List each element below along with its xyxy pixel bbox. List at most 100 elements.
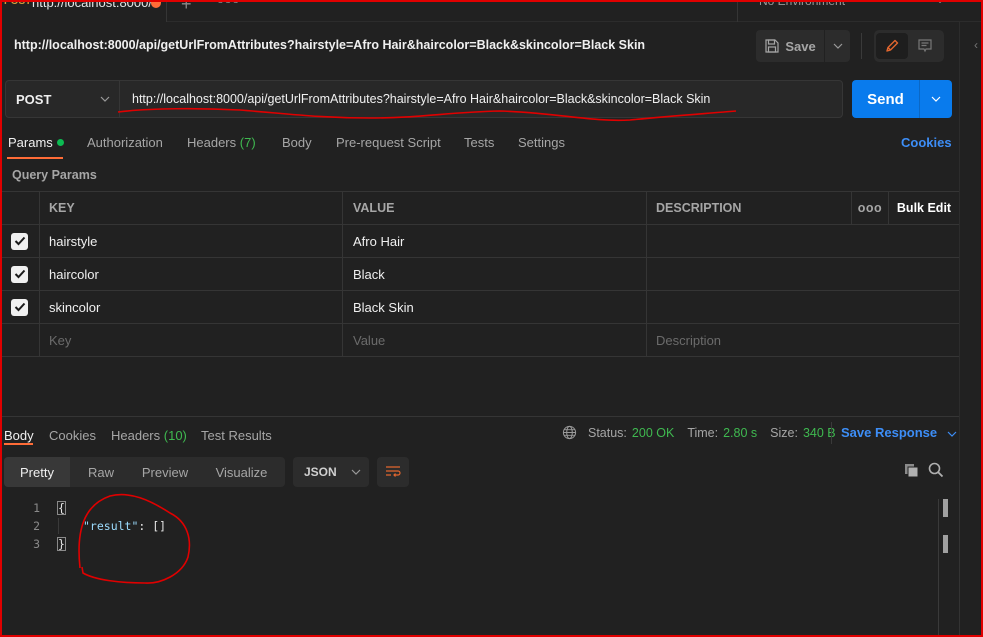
active-tab-indicator xyxy=(7,157,63,159)
tab-headers[interactable]: Headers (7) xyxy=(187,135,256,150)
editor-scrollbar[interactable] xyxy=(938,499,939,637)
comment-icon xyxy=(918,39,932,53)
request-tab-method: POST xyxy=(4,0,32,7)
response-tab-test-results[interactable]: Test Results xyxy=(201,428,272,443)
json-brace: } xyxy=(57,537,66,551)
param-checkbox[interactable] xyxy=(11,265,28,283)
globe-icon[interactable] xyxy=(562,425,577,440)
json-key: "result" xyxy=(83,519,139,533)
ellipsis-icon[interactable]: ooo xyxy=(852,192,889,224)
response-meta: Status: 200 OK Time: 2.80 s Size: 340 B xyxy=(562,425,844,440)
save-button-group: Save xyxy=(756,30,850,62)
method-select[interactable]: POST xyxy=(6,81,120,117)
chevron-down-icon: ⌄ xyxy=(935,0,945,6)
cookies-link[interactable]: Cookies xyxy=(901,135,952,150)
indent-guide xyxy=(58,518,59,534)
param-value[interactable]: Black Skin xyxy=(343,291,647,323)
divider xyxy=(861,33,862,59)
scroll-marker xyxy=(943,499,948,517)
pane-resize-handle[interactable] xyxy=(0,416,959,417)
edit-mode-button[interactable] xyxy=(876,33,908,59)
response-tab-body[interactable]: Body xyxy=(4,428,34,443)
chevron-left-icon[interactable]: ‹ xyxy=(974,38,978,52)
param-description[interactable] xyxy=(647,291,959,323)
ellipsis-icon[interactable]: ooo xyxy=(217,0,240,6)
format-preview[interactable]: Preview xyxy=(132,457,198,487)
headers-count: (7) xyxy=(239,135,256,150)
param-value[interactable]: Afro Hair xyxy=(343,225,647,257)
checkbox-cell xyxy=(0,324,40,356)
code-line: { xyxy=(57,501,66,515)
bulk-edit-button[interactable]: Bulk Edit xyxy=(889,192,959,224)
comments-button[interactable] xyxy=(909,33,941,59)
checkbox-cell xyxy=(0,225,40,257)
tab-label: Headers xyxy=(187,135,237,150)
request-title[interactable]: http://localhost:8000/api/getUrlFromAttr… xyxy=(14,38,645,52)
line-number: 1 xyxy=(33,501,40,515)
url-input[interactable]: http://localhost:8000/api/getUrlFromAttr… xyxy=(132,92,710,106)
tab-strip: POST http://localhost:8000/ + ooo No Env… xyxy=(0,0,983,22)
time-label: Time: xyxy=(687,425,719,440)
tab-tests[interactable]: Tests xyxy=(464,135,494,150)
response-tab-headers[interactable]: Headers (10) xyxy=(111,428,187,443)
tab-params[interactable]: Params xyxy=(8,135,64,150)
wrap-lines-button[interactable] xyxy=(377,457,409,487)
save-options-button[interactable] xyxy=(825,30,850,62)
environment-label: No Environment xyxy=(759,0,846,8)
format-visualize[interactable]: Visualize xyxy=(198,457,285,487)
checkmark-icon xyxy=(14,269,25,279)
code-line: } xyxy=(57,537,66,551)
tab-body[interactable]: Body xyxy=(282,135,312,150)
active-params-dot-icon xyxy=(56,139,64,147)
tab-settings[interactable]: Settings xyxy=(518,135,565,150)
param-description[interactable] xyxy=(647,258,959,290)
param-description[interactable] xyxy=(647,225,959,257)
save-response-button[interactable]: Save Response xyxy=(841,425,957,440)
checkmark-icon xyxy=(14,302,25,312)
column-header-description: DESCRIPTION xyxy=(647,192,852,224)
chevron-down-icon xyxy=(947,431,957,437)
json-brace: { xyxy=(57,501,66,515)
environment-selector[interactable]: No Environment ⌄ xyxy=(737,0,962,22)
code-line: "result": [] xyxy=(83,519,166,533)
format-pretty[interactable]: Pretty xyxy=(4,457,70,487)
search-icon[interactable] xyxy=(928,462,944,478)
pencil-icon xyxy=(886,39,899,52)
chevron-down-icon xyxy=(351,469,361,475)
copy-icon[interactable] xyxy=(904,463,919,478)
request-tab[interactable]: POST http://localhost:8000/ xyxy=(0,0,167,22)
unsaved-dot-icon xyxy=(151,0,161,8)
param-key[interactable]: haircolor xyxy=(40,258,343,290)
new-param-row: Key Value Description xyxy=(0,324,959,357)
status-value[interactable]: 200 OK xyxy=(632,426,674,440)
active-tab-indicator xyxy=(4,443,33,445)
param-checkbox[interactable] xyxy=(11,232,28,250)
time-value[interactable]: 2.80 s xyxy=(723,426,757,440)
param-key[interactable]: hairstyle xyxy=(40,225,343,257)
query-params-label: Query Params xyxy=(12,168,97,182)
save-response-label: Save Response xyxy=(841,425,938,440)
checkbox-cell xyxy=(0,258,40,290)
size-label: Size: xyxy=(770,425,798,440)
param-checkbox[interactable] xyxy=(11,298,28,316)
language-select[interactable]: JSON xyxy=(293,457,369,487)
param-value[interactable]: Black xyxy=(343,258,647,290)
plus-icon[interactable]: + xyxy=(181,0,192,15)
save-button[interactable]: Save xyxy=(756,30,824,62)
param-key[interactable]: skincolor xyxy=(40,291,343,323)
result-circle-annotation xyxy=(78,493,191,584)
status-label: Status: xyxy=(588,425,627,440)
new-value-input[interactable]: Value xyxy=(343,324,647,356)
new-key-input[interactable]: Key xyxy=(40,324,343,356)
new-description-input[interactable]: Description xyxy=(647,324,959,356)
query-params-table: KEY VALUE DESCRIPTION ooo Bulk Edit hair… xyxy=(0,191,959,357)
wrap-lines-icon xyxy=(386,466,401,477)
checkmark-icon xyxy=(14,236,25,246)
send-button[interactable]: Send xyxy=(852,80,919,118)
send-options-button[interactable] xyxy=(920,80,952,118)
response-format-tabs: Pretty Raw Preview Visualize xyxy=(4,457,285,487)
format-raw[interactable]: Raw xyxy=(70,457,132,487)
tab-authorization[interactable]: Authorization xyxy=(87,135,163,150)
tab-pre-request-script[interactable]: Pre-request Script xyxy=(336,135,441,150)
response-tab-cookies[interactable]: Cookies xyxy=(49,428,96,443)
